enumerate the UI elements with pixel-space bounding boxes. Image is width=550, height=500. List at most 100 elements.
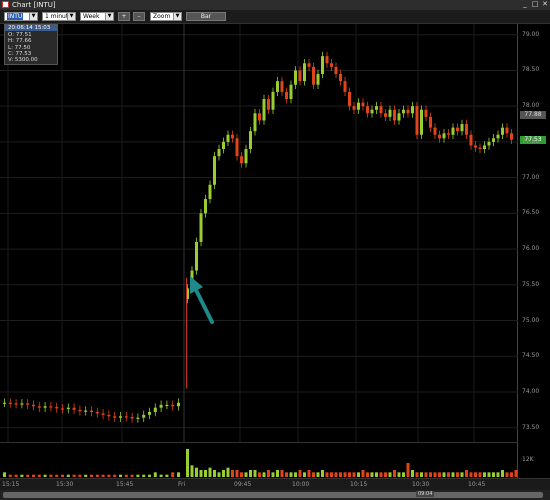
candle [339,74,342,82]
symbol-value: INTU [7,13,24,20]
volume-bar [379,472,383,477]
x-tick-label: 10:00 [292,481,310,488]
candle [43,406,47,408]
volume-bar [8,474,12,477]
volume-bar [397,472,401,477]
candle [208,184,212,200]
candle [244,149,248,164]
candle [348,91,351,107]
volume-bar [165,474,169,477]
volume-bar [289,472,293,477]
y-tick-label: 76.00 [522,245,540,253]
volume-bar [37,474,41,477]
volume-bar [352,472,356,477]
volume-bar [280,470,284,477]
volume-bar [487,472,491,477]
volume-chart-svg [3,449,518,477]
volume-bar [244,472,248,477]
volume-bar [49,474,53,477]
volume-pane[interactable] [0,442,518,478]
y-tick-label: 75.50 [522,280,540,288]
volume-bar [271,472,275,477]
zoom-out-button[interactable]: – [133,12,145,21]
candle [253,113,257,132]
candle [460,124,464,132]
candle [370,109,374,114]
volume-bar [420,472,423,477]
volume-bar [66,474,70,477]
chart-type-button[interactable]: Bar [186,12,226,21]
candle [204,199,207,214]
candle [240,156,243,164]
x-tick-label: 10:45 [468,481,486,488]
candle [393,109,396,121]
volume-bar [348,472,351,477]
candle [165,404,169,407]
window-title: Chart [INTU] [12,1,56,9]
candle [90,410,93,412]
volume-bar [3,472,6,477]
scroll-marker: 09:04 [416,491,435,497]
volume-bar [107,474,111,477]
volume-bar [84,474,88,477]
volume-bar [442,472,446,477]
volume-bar [343,472,347,477]
period-combo[interactable]: Week ▼ [80,12,114,21]
close-button[interactable]: ✕ [541,1,549,8]
candle [32,404,35,407]
candle [226,134,230,142]
candle [420,109,423,135]
volume-bar [321,470,324,477]
volume-bar [393,470,396,477]
interval-combo[interactable]: 1 minute ▼ [42,12,76,21]
volume-bar [424,472,428,477]
chevron-down-icon[interactable]: ▼ [67,13,75,20]
volume-bar [460,472,464,477]
candle [438,134,441,139]
chevron-down-icon[interactable]: ▼ [105,13,113,20]
scroll-thumb[interactable] [3,492,543,498]
volume-bar [249,470,252,477]
volume-bar [433,472,437,477]
volume-bar [258,472,261,477]
scrollbar[interactable]: 09:04 [0,490,550,500]
candle [8,402,12,404]
x-tick-label: 10:15 [350,481,368,488]
volume-bar [32,474,35,477]
volume-bar [153,472,157,477]
previous-price-tag: 77.88 [520,110,546,119]
maximize-button[interactable]: □ [531,1,539,8]
volume-bar [267,470,270,477]
candle [303,63,306,82]
zoom-in-button[interactable]: + [118,12,130,21]
volume-bar [285,472,288,477]
period-value: Week [83,13,100,20]
volume-bar [456,472,459,477]
chevron-down-icon[interactable]: ▼ [29,13,37,20]
volume-bar [226,467,230,477]
candle [388,109,392,117]
candle [142,414,146,418]
price-plot[interactable] [0,24,518,442]
candle [258,113,261,121]
volume-bar [388,472,392,477]
candle [276,81,279,92]
candle [199,213,203,242]
volume-bar [204,470,207,477]
candle [78,409,82,412]
candle [424,109,428,117]
minimize-button[interactable]: _ [521,1,529,8]
volume-bar [119,474,122,477]
candle [312,66,315,85]
volume-bar [101,474,105,477]
volume-bar [357,472,360,477]
chevron-down-icon[interactable]: ▼ [173,13,181,20]
candle [487,141,491,146]
symbol-combo[interactable]: INTU ▼ [4,12,38,21]
candle [285,91,288,100]
candle [366,106,369,114]
zoom-combo[interactable]: Zoom ▼ [150,12,182,21]
candle [384,113,387,117]
volume-bar [492,472,495,477]
volume-bar [159,474,163,477]
